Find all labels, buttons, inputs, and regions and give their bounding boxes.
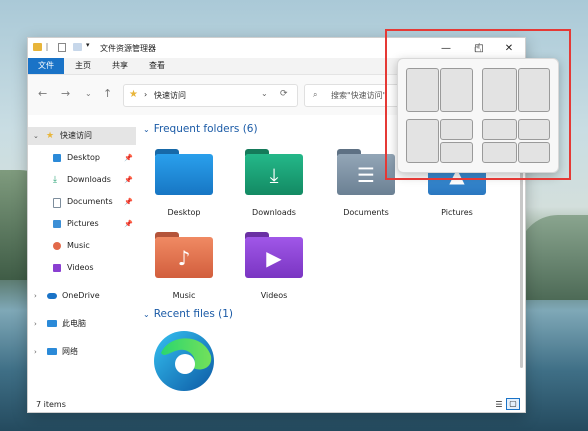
sidebar-item-pictures[interactable]: Pictures 📌	[28, 215, 136, 233]
pin-icon[interactable]: 📌	[124, 193, 133, 211]
folder-music[interactable]: ♪ Music	[148, 232, 220, 306]
folder-app-icon	[33, 43, 42, 51]
chevron-down-icon: ⌄	[143, 125, 150, 134]
section-title-text: Frequent folders (6)	[153, 123, 258, 135]
chevron-down-icon: ⌄	[143, 310, 150, 319]
window-title: 文件资源管理器	[100, 44, 156, 53]
pin-icon[interactable]: 📌	[124, 149, 133, 167]
sidebar-item-network[interactable]: › 网络	[28, 343, 136, 361]
tab-home[interactable]: 主页	[68, 58, 98, 74]
edge-browser-icon[interactable]	[151, 328, 217, 394]
chevron-right-icon[interactable]: ›	[34, 287, 37, 305]
download-icon: ⤓	[53, 175, 57, 185]
tab-file[interactable]: 文件	[28, 58, 64, 74]
tab-view[interactable]: 查看	[142, 58, 172, 74]
folder-desktop-icon	[155, 149, 213, 195]
folder-videos[interactable]: ▶ Videos	[238, 232, 310, 306]
folder-label: Music	[172, 291, 196, 300]
status-bar: 7 items ☰ ▢	[28, 397, 525, 412]
folder-downloads[interactable]: ⤓ Downloads	[238, 149, 310, 223]
sidebar-item-label: Pictures	[67, 219, 99, 228]
computer-icon	[47, 320, 57, 327]
folder-music-icon: ♪	[155, 232, 213, 278]
item-count: 7 items	[36, 400, 66, 409]
section-title-text: Recent files (1)	[153, 308, 234, 320]
folder-videos-icon: ▶	[245, 232, 303, 278]
videos-icon	[53, 264, 61, 272]
customize-quick-access-icon[interactable]: ▾	[86, 41, 95, 49]
star-icon: ★	[129, 89, 138, 100]
pictures-icon	[53, 220, 61, 228]
sidebar-item-videos[interactable]: Videos	[28, 259, 136, 277]
search-placeholder: 搜索"快速访问"	[331, 91, 387, 100]
new-folder-icon[interactable]	[73, 43, 82, 51]
sidebar-item-quick-access[interactable]: ⌄ ★ 快速访问	[28, 127, 136, 145]
sidebar-item-label: Desktop	[67, 153, 100, 162]
frequent-folders-header[interactable]: ⌄ Frequent folders (6)	[143, 123, 258, 135]
folder-desktop[interactable]: Desktop	[148, 149, 220, 223]
chevron-right-icon[interactable]: ›	[34, 315, 37, 333]
chevron-down-icon[interactable]: ⌄	[33, 127, 39, 145]
pin-icon[interactable]: 📌	[124, 171, 133, 189]
network-icon	[47, 348, 57, 355]
sidebar-item-desktop[interactable]: Desktop 📌	[28, 149, 136, 167]
folder-label: Desktop	[167, 208, 201, 217]
address-bar[interactable]: ★ › 快速访问 ⌄ ⟳	[123, 84, 298, 107]
folder-label: Videos	[260, 291, 288, 300]
address-path: 快速访问	[154, 91, 186, 100]
mouse-pointer-icon: ☝	[474, 41, 482, 55]
sidebar-item-documents[interactable]: Documents 📌	[28, 193, 136, 211]
forward-button[interactable]: →	[61, 87, 70, 100]
up-button[interactable]: ↑	[103, 87, 112, 100]
sidebar-item-label: Videos	[67, 263, 94, 272]
sidebar-item-label: Music	[67, 241, 90, 250]
sidebar-item-downloads[interactable]: ⤓ Downloads 📌	[28, 171, 136, 189]
sidebar-item-label: 此电脑	[62, 319, 86, 328]
sidebar-item-label: 网络	[62, 347, 78, 356]
address-dropdown-icon[interactable]: ⌄	[261, 89, 268, 98]
search-icon: ⌕	[313, 90, 318, 99]
recent-locations-button[interactable]: ⌄	[85, 89, 92, 98]
star-icon: ★	[46, 131, 55, 141]
sidebar-item-label: Documents	[67, 197, 113, 206]
cloud-icon	[47, 293, 57, 299]
sidebar-item-label: 快速访问	[60, 131, 92, 140]
navigation-pane: ⌄ ★ 快速访问 Desktop 📌 ⤓ Downloads 📌 Documen…	[28, 123, 136, 397]
folder-download-icon: ⤓	[245, 149, 303, 195]
back-button[interactable]: ←	[38, 87, 47, 100]
chevron-right-icon[interactable]: ›	[34, 343, 37, 361]
music-icon	[53, 242, 61, 250]
folder-label: Pictures	[441, 208, 473, 217]
background-hill-right	[518, 215, 588, 300]
recent-files-header[interactable]: ⌄ Recent files (1)	[143, 308, 233, 320]
documents-icon	[53, 198, 61, 208]
folder-label: Downloads	[252, 208, 296, 217]
details-view-icon[interactable]: ☰	[493, 400, 505, 410]
sidebar-item-this-pc[interactable]: › 此电脑	[28, 315, 136, 333]
separator	[46, 43, 48, 51]
refresh-icon[interactable]: ⟳	[280, 89, 288, 99]
tab-share[interactable]: 共享	[105, 58, 135, 74]
sidebar-item-music[interactable]: Music	[28, 237, 136, 255]
folder-label: Documents	[343, 208, 389, 217]
properties-icon[interactable]	[58, 43, 66, 52]
large-icons-view-icon[interactable]: ▢	[506, 398, 520, 410]
sidebar-item-onedrive[interactable]: › OneDrive	[28, 287, 136, 305]
desktop-icon	[53, 154, 61, 162]
address-separator: ›	[144, 90, 148, 99]
sidebar-item-label: Downloads	[67, 175, 111, 184]
sidebar-item-label: OneDrive	[62, 291, 100, 300]
pin-icon[interactable]: 📌	[124, 215, 133, 233]
